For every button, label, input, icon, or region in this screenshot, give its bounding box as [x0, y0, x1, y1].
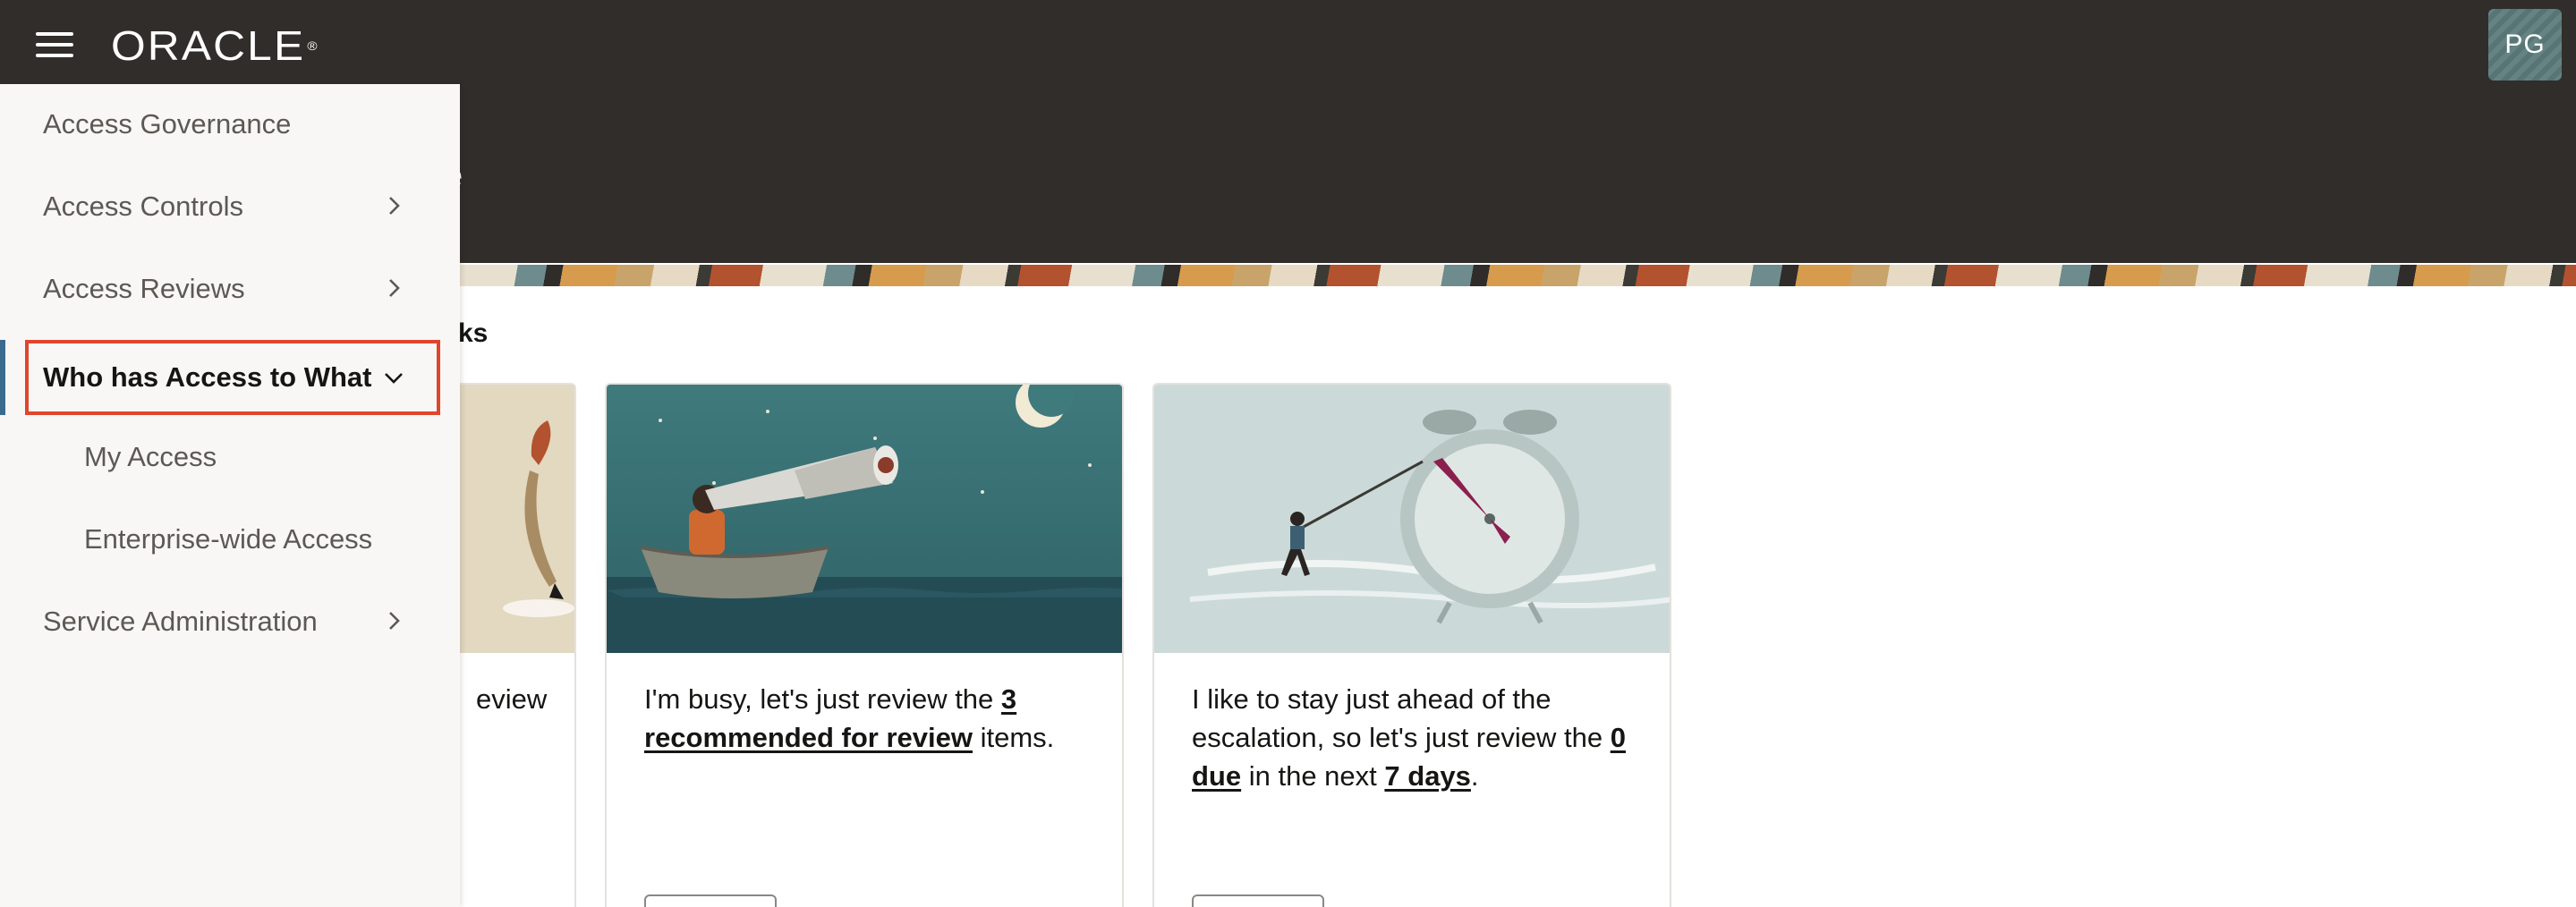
nav-item-label: Access Governance [43, 108, 292, 140]
nav-item-label: Access Controls [43, 191, 243, 222]
user-avatar[interactable]: PG [2488, 9, 2562, 81]
chevron-right-icon [389, 197, 400, 215]
section-title: ks [458, 318, 489, 348]
registered-mark: ® [307, 38, 318, 53]
card-illustration-telescope [607, 385, 1122, 653]
card-2-text: I'm busy, let's just review the 3 recomm… [644, 680, 1101, 757]
nav-item-enterprise-wide-access[interactable]: Enterprise-wide Access [0, 503, 460, 576]
chevron-down-icon [385, 373, 403, 384]
logo-text: ORACLE [111, 22, 306, 69]
review-card-due: I like to stay just ahead of the escalat… [1152, 383, 1671, 907]
nav-item-label: My Access [84, 441, 217, 472]
card-3-text-mid: in the next [1241, 760, 1385, 792]
card-2-text-after: items. [972, 722, 1055, 753]
review-card-recommended: I'm busy, let's just review the 3 recomm… [605, 383, 1124, 907]
nav-item-label: Access Reviews [43, 273, 245, 304]
card-2-action-button[interactable] [644, 894, 777, 907]
oracle-logo[interactable]: ORACLE ® [111, 23, 318, 68]
selection-indicator [0, 340, 5, 415]
card-1-text-partial: eview [476, 683, 548, 715]
nav-item-access-governance[interactable]: Access Governance [0, 88, 460, 161]
chevron-right-icon [389, 612, 400, 630]
top-header: ORACLE ® PG [0, 0, 2576, 84]
card-2-text-before: I'm busy, let's just review the [644, 683, 1001, 715]
nav-item-my-access[interactable]: My Access [0, 420, 460, 494]
chevron-right-icon [389, 279, 400, 297]
nav-item-access-reviews[interactable]: Access Reviews [0, 252, 460, 326]
card-illustration-clock [1154, 385, 1670, 653]
nav-item-access-controls[interactable]: Access Controls [0, 170, 460, 243]
nav-item-who-has-access[interactable]: Who has Access to What [0, 340, 460, 415]
nav-item-label: Who has Access to What [43, 361, 372, 393]
card-3-action-button[interactable] [1192, 894, 1324, 907]
nav-item-service-administration[interactable]: Service Administration [0, 585, 460, 658]
card-3-text-after: . [1470, 760, 1479, 792]
nav-item-label: Enterprise-wide Access [84, 523, 373, 555]
hamburger-menu-icon[interactable] [36, 30, 77, 59]
card-3-text-before: I like to stay just ahead of the escalat… [1192, 683, 1611, 753]
card-1-text: eview [476, 680, 574, 718]
card-3-text: I like to stay just ahead of the escalat… [1192, 680, 1648, 795]
navigation-drawer: Access Governance Access Controls Access… [0, 84, 460, 907]
days-range-link[interactable]: 7 days [1384, 760, 1471, 792]
nav-item-label: Service Administration [43, 606, 318, 637]
